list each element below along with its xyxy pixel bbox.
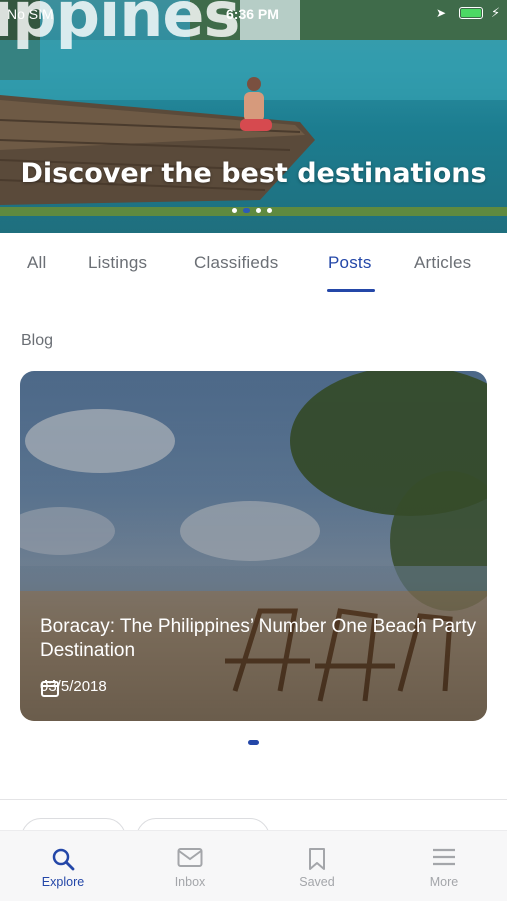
section-label-blog: Blog bbox=[21, 332, 54, 349]
hero-title: Discover the best destinations bbox=[20, 158, 487, 189]
hero-banner[interactable]: ippines Discover the best destinations bbox=[0, 0, 507, 233]
nav-more[interactable]: More bbox=[381, 831, 507, 901]
blog-post-card[interactable]: Boracay: The Philippines’ Number One Bea… bbox=[20, 371, 487, 721]
tab-classifieds[interactable]: Classifieds bbox=[194, 253, 278, 273]
search-icon bbox=[52, 848, 75, 871]
tab-articles[interactable]: Articles bbox=[414, 253, 471, 273]
carousel-dot[interactable] bbox=[267, 208, 272, 213]
tab-posts[interactable]: Posts bbox=[328, 253, 372, 273]
status-bar: No SIM 6:36 PM ➤ ⚡ bbox=[0, 0, 507, 26]
battery-icon bbox=[459, 7, 483, 19]
tab-listings[interactable]: Listings bbox=[88, 253, 147, 273]
nav-saved[interactable]: Saved bbox=[254, 831, 380, 901]
nav-explore[interactable]: Explore bbox=[0, 831, 126, 901]
nav-more-label: More bbox=[429, 875, 459, 889]
carousel-dot[interactable] bbox=[232, 208, 237, 213]
content-tabs: All Listings Classifieds Posts Articles bbox=[0, 233, 507, 293]
blog-post-title: Boracay: The Philippines’ Number One Bea… bbox=[40, 616, 477, 661]
section-divider bbox=[0, 799, 507, 800]
menu-icon bbox=[433, 848, 455, 866]
bottom-nav: Explore Inbox Saved More bbox=[0, 830, 507, 901]
carousel-dots[interactable] bbox=[232, 208, 272, 213]
nav-inbox-label: Inbox bbox=[174, 875, 206, 889]
nav-inbox[interactable]: Inbox bbox=[127, 831, 253, 901]
clock: 6:36 PM bbox=[226, 6, 279, 22]
carrier-label: No SIM bbox=[7, 6, 54, 22]
carousel-dot[interactable] bbox=[256, 208, 261, 213]
blog-post-date: 03/5/2018 bbox=[40, 678, 107, 697]
location-arrow-icon: ➤ bbox=[436, 6, 447, 20]
active-tab-indicator bbox=[327, 289, 375, 292]
charging-bolt-icon: ⚡ bbox=[491, 5, 501, 20]
bookmark-icon bbox=[309, 848, 325, 870]
carousel-dot-active[interactable] bbox=[243, 208, 250, 213]
calendar-icon bbox=[41, 680, 59, 697]
tab-all[interactable]: All bbox=[27, 253, 47, 273]
blog-pager-dot[interactable] bbox=[248, 740, 259, 745]
mail-icon bbox=[177, 848, 203, 867]
nav-saved-label: Saved bbox=[299, 875, 335, 889]
nav-explore-label: Explore bbox=[41, 875, 85, 889]
card-overlay bbox=[20, 371, 487, 721]
